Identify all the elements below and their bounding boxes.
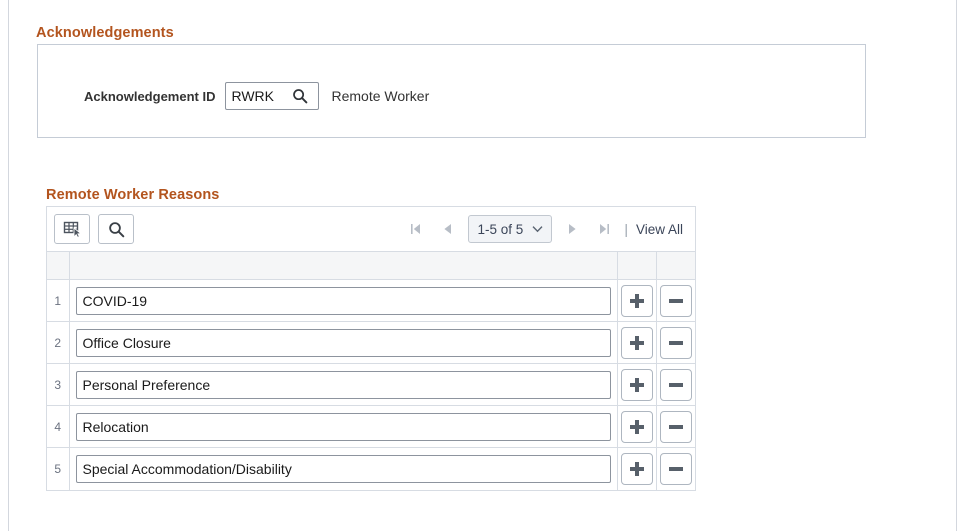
pager-last-button[interactable] — [588, 216, 620, 242]
table-header — [47, 251, 695, 280]
minus-icon — [668, 294, 683, 308]
view-all-link[interactable]: View All — [636, 222, 687, 237]
row-delete-cell — [656, 405, 695, 448]
table-body: 1 2 — [47, 279, 695, 490]
magnifier-icon — [108, 221, 124, 237]
find-in-grid-button[interactable] — [98, 214, 134, 244]
row-delete-cell — [656, 447, 695, 490]
row-description-cell — [69, 363, 618, 406]
acknowledgement-id-lookup-field[interactable] — [225, 82, 320, 110]
plus-icon — [629, 419, 644, 434]
row-add-cell — [617, 321, 657, 364]
table-row: 2 — [47, 321, 695, 364]
row-delete-cell — [656, 279, 695, 322]
delete-row-button[interactable] — [659, 368, 692, 401]
chevron-down-icon — [532, 226, 543, 233]
row-description-cell — [69, 447, 618, 490]
reason-description-input[interactable] — [75, 370, 611, 399]
table-row: 1 — [47, 279, 695, 322]
table-header-row — [47, 251, 695, 280]
row-number: 5 — [47, 447, 70, 490]
header-rownum — [47, 251, 70, 280]
plus-icon — [629, 377, 644, 392]
reason-description-input[interactable] — [75, 412, 611, 441]
row-add-cell — [617, 279, 657, 322]
minus-icon — [668, 420, 683, 434]
row-description-cell — [69, 321, 618, 364]
acknowledgement-id-description: Remote Worker — [331, 88, 430, 104]
pager-separator: | — [624, 221, 628, 237]
delete-row-button[interactable] — [659, 452, 692, 485]
reason-description-input[interactable] — [75, 286, 611, 315]
minus-icon — [668, 378, 683, 392]
acknowledgement-id-label: Acknowledgement ID — [84, 88, 216, 104]
row-description-cell — [69, 405, 618, 448]
delete-row-button[interactable] — [659, 326, 692, 359]
plus-icon — [629, 461, 644, 476]
pager-range-label: 1-5 of 5 — [477, 221, 524, 237]
row-description-cell — [69, 279, 618, 322]
reason-description-input[interactable] — [75, 454, 611, 483]
row-number: 1 — [47, 279, 70, 322]
acknowledgements-section-title: Acknowledgements — [36, 25, 174, 41]
previous-page-icon — [444, 224, 452, 234]
magnifier-icon — [293, 89, 308, 104]
row-add-cell — [617, 405, 657, 448]
row-add-cell — [617, 447, 657, 490]
add-row-button[interactable] — [620, 326, 653, 359]
remote-worker-reasons-section-title: Remote Worker Reasons — [46, 187, 220, 203]
page-rule-left — [8, 0, 9, 531]
row-delete-cell — [656, 321, 695, 364]
acknowledgement-id-input[interactable] — [231, 88, 288, 104]
last-page-icon — [600, 224, 610, 234]
row-number: 4 — [47, 405, 70, 448]
minus-icon — [668, 336, 683, 350]
header-add — [617, 251, 657, 280]
table-row: 5 — [47, 447, 695, 490]
next-page-icon — [569, 224, 576, 234]
grid-toolbar: 1-5 of 5 | View All — [47, 207, 695, 251]
row-delete-cell — [656, 363, 695, 406]
plus-icon — [629, 335, 644, 350]
acknowledgements-group-box: Acknowledgement ID Remote Worker — [37, 44, 866, 138]
plus-icon — [629, 293, 644, 308]
pager-first-button[interactable] — [400, 216, 432, 242]
header-delete — [656, 251, 695, 280]
table-row: 3 — [47, 363, 695, 406]
row-number: 2 — [47, 321, 70, 364]
pager-previous-button[interactable] — [432, 216, 464, 242]
reason-description-input[interactable] — [75, 328, 611, 357]
minus-icon — [668, 462, 683, 476]
personalize-grid-button[interactable] — [54, 214, 90, 244]
remote-worker-reasons-grid: 1-5 of 5 | View All 1 COVID-19 2 Office … — [46, 206, 696, 491]
pager-range-select[interactable]: 1-5 of 5 — [468, 215, 553, 243]
grid-personalize-icon — [63, 221, 82, 238]
page-rule-right — [956, 0, 957, 531]
remote-worker-reasons-table: 1 2 — [47, 251, 695, 490]
row-add-cell — [617, 363, 657, 406]
row-number: 3 — [47, 363, 70, 406]
add-row-button[interactable] — [620, 452, 653, 485]
acknowledgement-id-lookup-button[interactable] — [287, 83, 313, 109]
table-row: 4 — [47, 405, 695, 448]
pager-next-button[interactable] — [556, 216, 588, 242]
grid-pager: 1-5 of 5 | View All — [400, 215, 687, 243]
delete-row-button[interactable] — [659, 284, 692, 317]
add-row-button[interactable] — [620, 284, 653, 317]
add-row-button[interactable] — [620, 410, 653, 443]
add-row-button[interactable] — [620, 368, 653, 401]
acknowledgement-id-field-row: Acknowledgement ID Remote Worker — [84, 82, 429, 110]
header-description — [69, 251, 618, 280]
delete-row-button[interactable] — [659, 410, 692, 443]
first-page-icon — [411, 224, 421, 234]
